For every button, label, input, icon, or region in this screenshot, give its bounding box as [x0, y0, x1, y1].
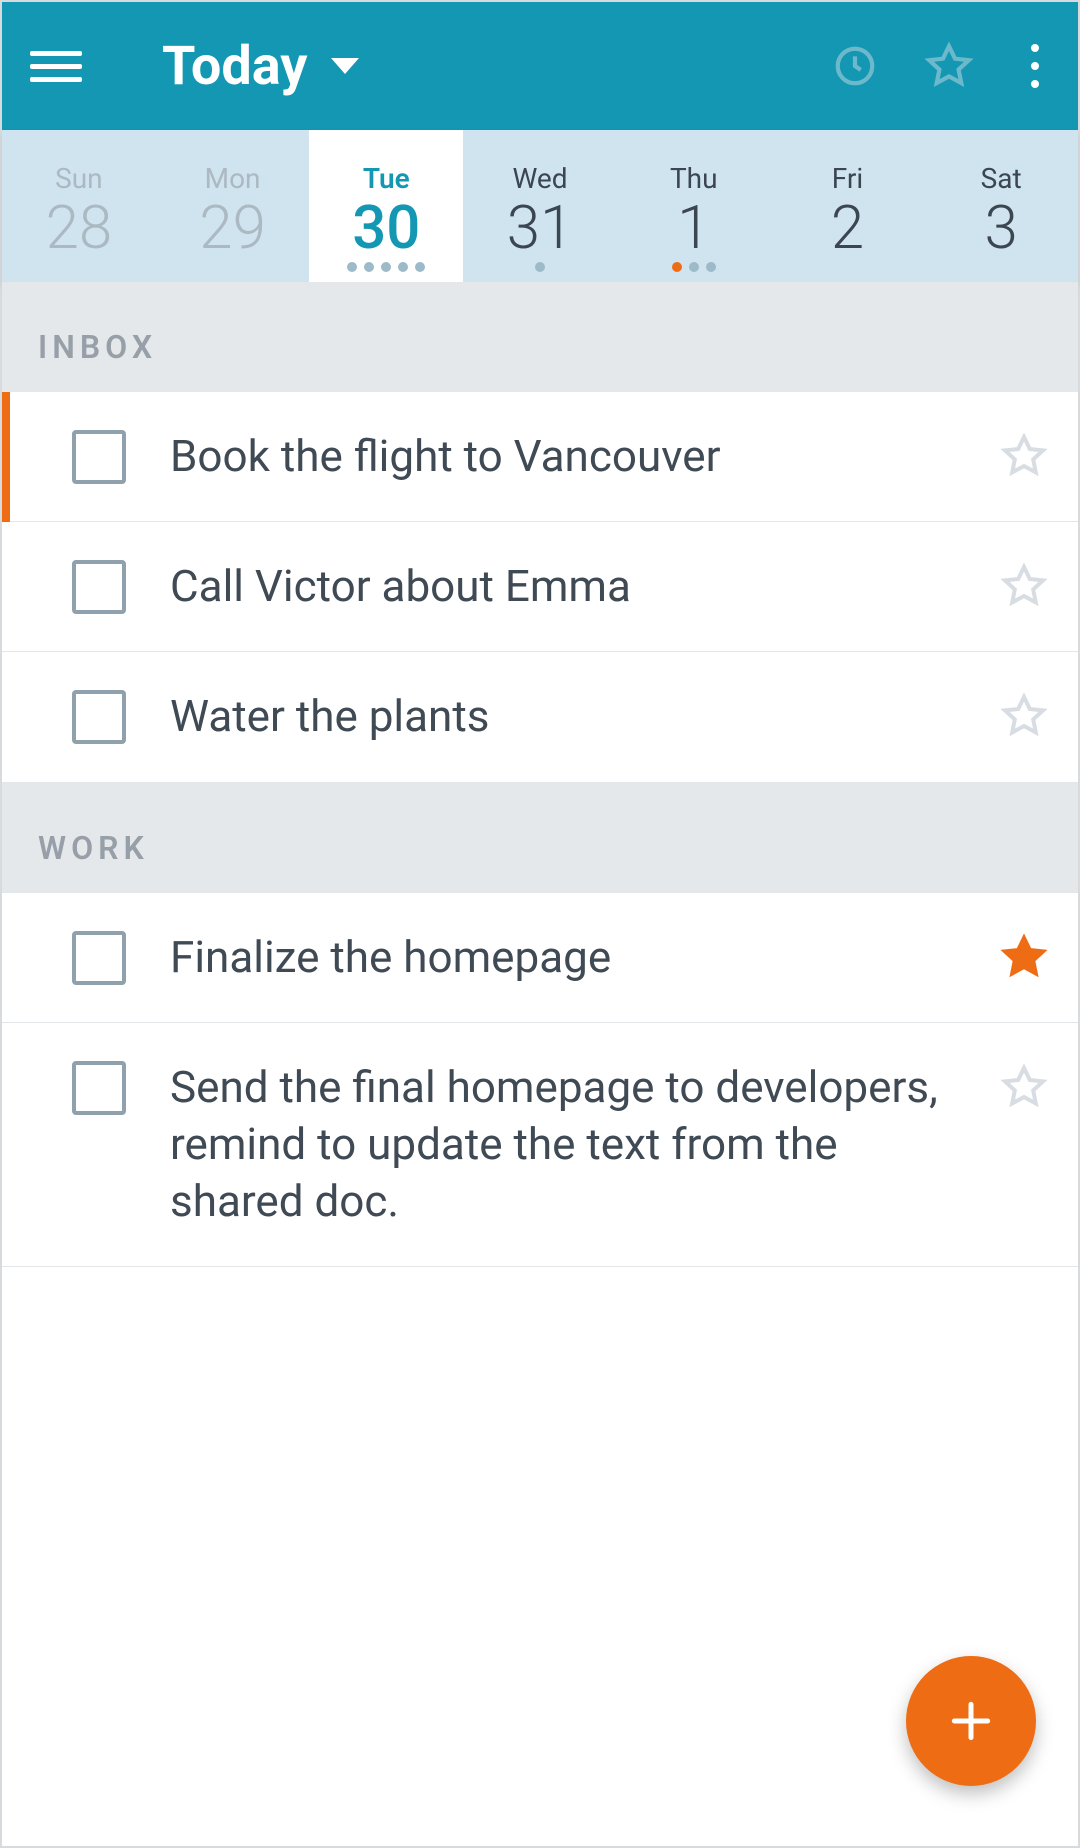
week-calendar-strip: Sun28Mon29Tue30Wed31Thu1Fri2Sat3 — [2, 130, 1078, 282]
day-cell-thu[interactable]: Thu1 — [617, 130, 771, 282]
day-number: 2 — [831, 195, 864, 261]
day-cell-sat[interactable]: Sat3 — [924, 130, 1078, 282]
day-of-week-label: Sun — [55, 162, 103, 195]
star-outline-icon[interactable] — [1000, 692, 1048, 744]
star-outline-icon[interactable] — [1000, 1063, 1048, 1115]
day-cell-tue[interactable]: Tue30 — [309, 130, 463, 282]
event-indicators — [347, 262, 425, 272]
toolbar-actions — [832, 41, 1050, 91]
plus-icon — [946, 1696, 996, 1746]
star-icon[interactable] — [924, 41, 974, 91]
task-row[interactable]: Send the final homepage to developers, r… — [2, 1023, 1078, 1268]
task-title: Send the final homepage to developers, r… — [170, 1059, 980, 1231]
day-cell-sun[interactable]: Sun28 — [2, 130, 156, 282]
day-of-week-label: Wed — [512, 162, 567, 195]
task-list-content: INBOX Book the flight to Vancouver Call Vi… — [2, 282, 1078, 1267]
event-indicators — [535, 262, 545, 272]
hamburger-menu-icon[interactable] — [30, 43, 82, 90]
task-row[interactable]: Call Victor about Emma — [2, 522, 1078, 652]
star-outline-icon[interactable] — [1000, 562, 1048, 614]
task-checkbox[interactable] — [72, 1061, 126, 1115]
task-checkbox[interactable] — [72, 560, 126, 614]
task-checkbox[interactable] — [72, 931, 126, 985]
task-row[interactable]: Finalize the homepage — [2, 893, 1078, 1023]
overflow-menu-icon[interactable] — [1020, 44, 1050, 88]
day-number: 31 — [507, 195, 574, 261]
app-bar: Today — [2, 2, 1078, 130]
day-of-week-label: Sat — [981, 162, 1022, 195]
clock-icon[interactable] — [832, 43, 878, 89]
day-number: 1 — [677, 195, 710, 261]
day-cell-fri[interactable]: Fri2 — [771, 130, 925, 282]
event-indicators — [672, 262, 716, 272]
day-of-week-label: Thu — [670, 162, 718, 195]
day-of-week-label: Mon — [205, 162, 261, 195]
task-title: Book the flight to Vancouver — [170, 428, 980, 485]
task-checkbox[interactable] — [72, 430, 126, 484]
day-cell-wed[interactable]: Wed31 — [463, 130, 617, 282]
task-row[interactable]: Book the flight to Vancouver — [2, 392, 1078, 522]
star-filled-icon[interactable] — [1000, 933, 1048, 985]
task-title: Water the plants — [170, 688, 980, 745]
task-checkbox[interactable] — [72, 690, 126, 744]
star-outline-icon[interactable] — [1000, 432, 1048, 484]
add-task-fab[interactable] — [906, 1656, 1036, 1786]
caret-down-icon — [331, 58, 359, 74]
task-title: Call Victor about Emma — [170, 558, 980, 615]
day-cell-mon[interactable]: Mon29 — [156, 130, 310, 282]
day-number: 28 — [46, 195, 113, 261]
task-row[interactable]: Water the plants — [2, 652, 1078, 782]
day-number: 3 — [985, 195, 1018, 261]
view-selector[interactable]: Today — [162, 35, 359, 98]
day-number: 29 — [199, 195, 266, 261]
section-header: WORK — [2, 783, 1078, 893]
section-header: INBOX — [2, 282, 1078, 392]
task-title: Finalize the homepage — [170, 929, 980, 986]
page-title: Today — [162, 35, 307, 98]
day-number: 30 — [352, 195, 420, 261]
day-of-week-label: Tue — [363, 162, 410, 195]
day-of-week-label: Fri — [832, 162, 863, 195]
